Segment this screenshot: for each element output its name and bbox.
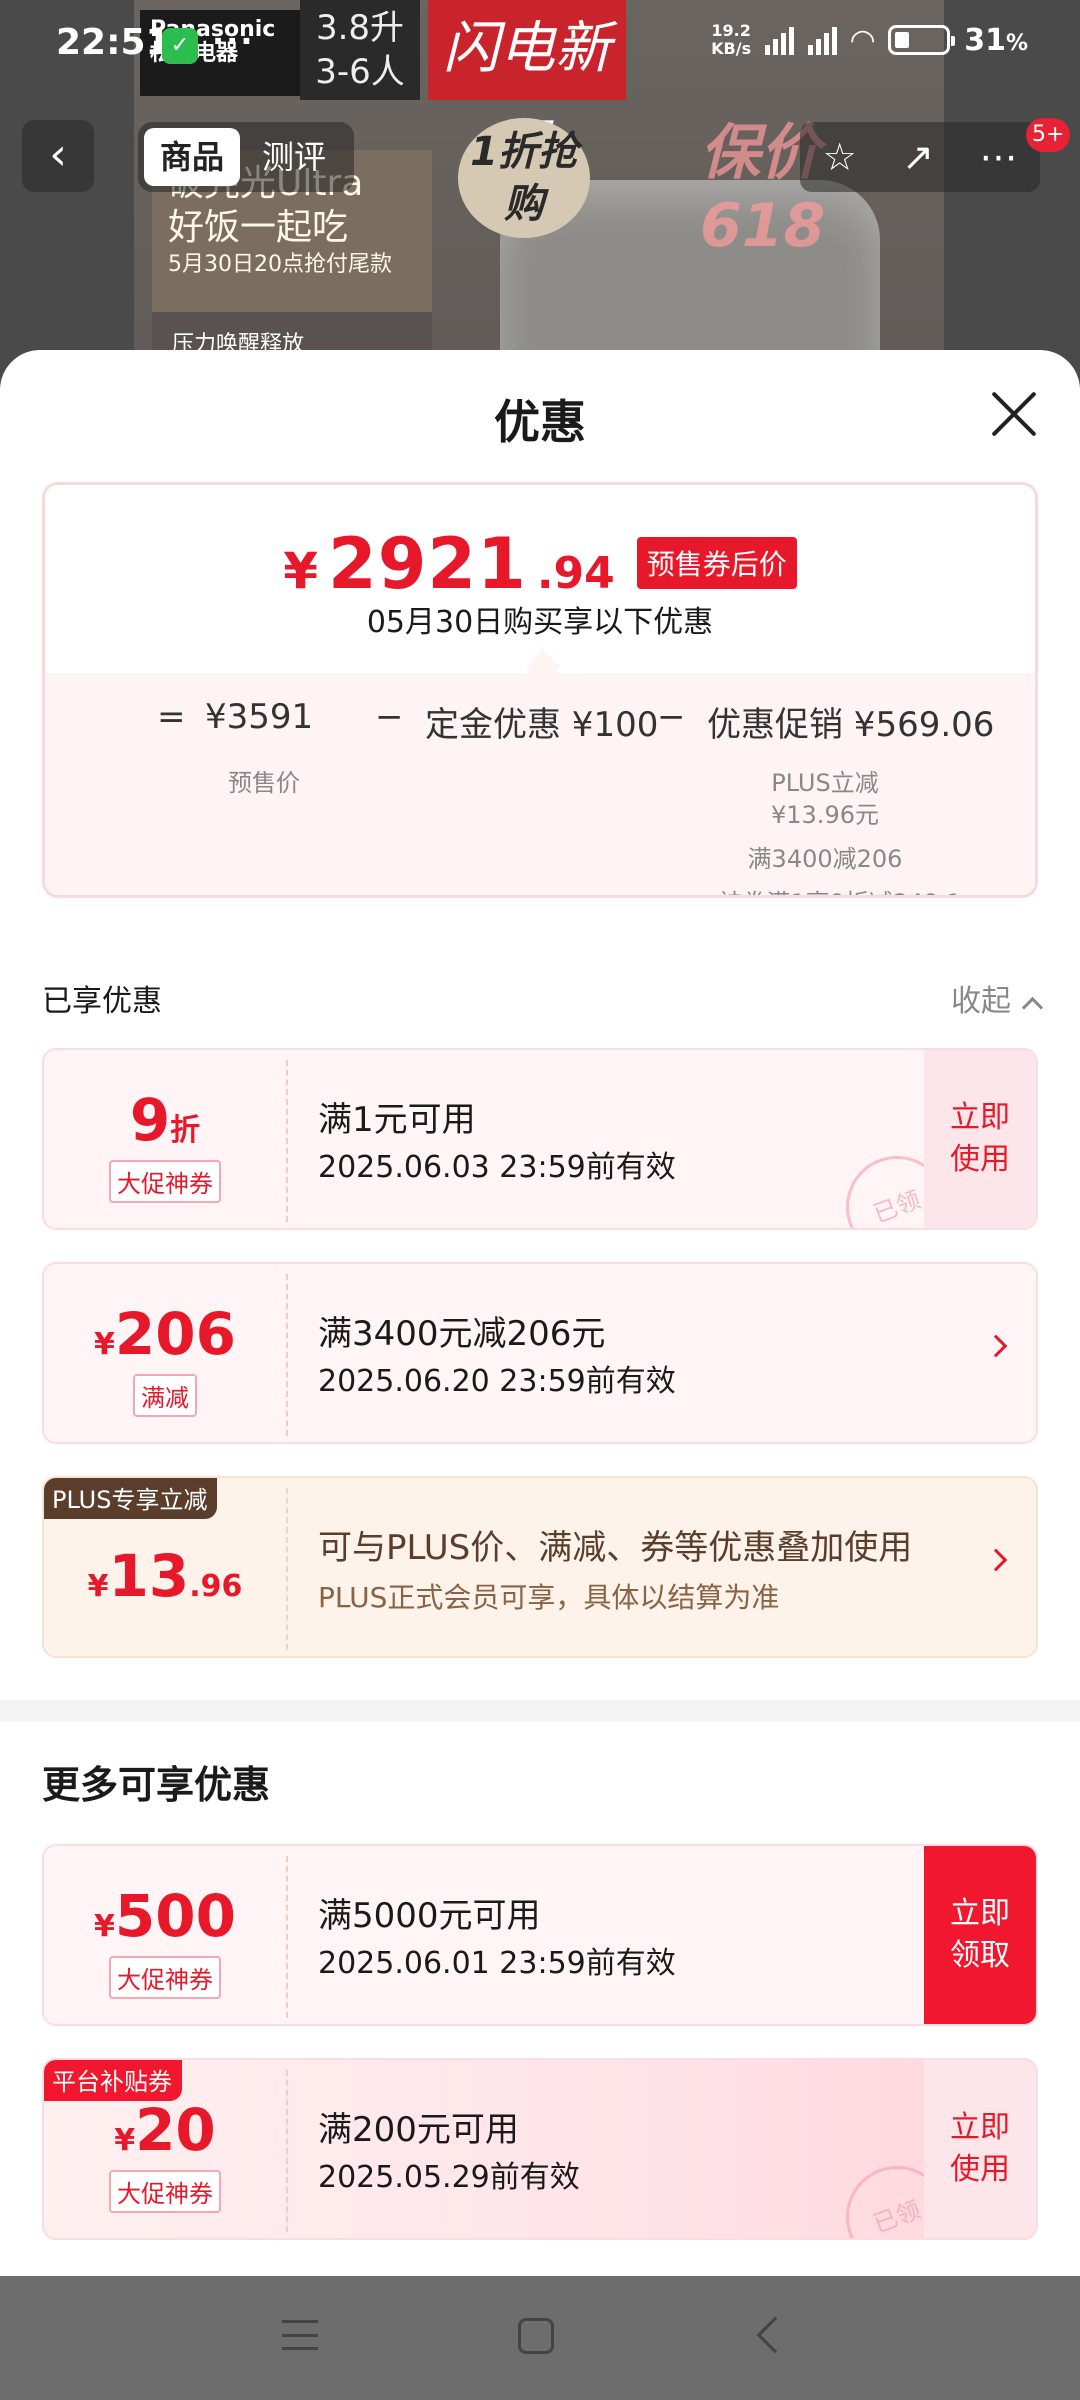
home-icon[interactable] xyxy=(518,2318,554,2354)
coupon-expiry: 2025.06.20 23:59前有效 xyxy=(318,1364,676,1399)
coupon-condition: 满5000元可用 xyxy=(318,1896,541,1936)
chevron-right-icon[interactable] xyxy=(984,1548,1008,1572)
more-section-title: 更多可享优惠 xyxy=(42,1763,271,1807)
network-speed: 19.2 KB/s xyxy=(711,21,752,58)
enjoyed-section-title: 已享优惠 xyxy=(42,984,162,1019)
presale-price: ¥3591 xyxy=(205,697,314,737)
coupon-card[interactable]: ¥500 大促神券 满5000元可用 2025.06.01 23:59前有效 立… xyxy=(42,1844,1038,2026)
discount-sheet: 优惠 ¥2921.94 预售券后价 05月30日购买享以下优惠 = ¥3591 … xyxy=(0,350,1080,2280)
tab-product[interactable]: 商品 xyxy=(144,128,241,186)
product-tabs: 商品 测评 xyxy=(138,122,354,192)
coupon-value: 9折 xyxy=(129,1086,201,1154)
plus-discount-card[interactable]: PLUS专享立减 ¥13.96 可与PLUS价、满减、券等优惠叠加使用 PLUS… xyxy=(42,1476,1038,1658)
coupon-type-badge: 大促神券 xyxy=(109,1160,221,1203)
price-breakdown: = ¥3591 − 定金优惠 ¥100 − 优惠促销 ¥569.06 预售价 P… xyxy=(45,673,1035,895)
tab-review[interactable]: 测评 xyxy=(246,128,342,186)
more-menu-icon[interactable]: ⋯ xyxy=(979,135,1017,179)
clock: 22:51 xyxy=(56,22,171,63)
final-price: ¥2921.94 预售券后价 xyxy=(45,523,1035,605)
section-divider xyxy=(0,1700,1080,1722)
use-now-button[interactable]: 立即使用 xyxy=(924,1050,1036,1228)
coupon-value: ¥20 xyxy=(114,2096,216,2164)
back-arrow-icon: ‹ xyxy=(49,129,67,180)
coupon-expiry: 2025.06.01 23:59前有效 xyxy=(318,1946,676,1981)
promo-detail: 神券满1享9折减349.1 xyxy=(675,883,1005,895)
sheet-title: 优惠 xyxy=(494,395,586,449)
battery-icon xyxy=(888,25,956,55)
presale-price-label: 预售价 xyxy=(228,769,300,797)
wechat-icon: ✓ xyxy=(162,28,198,64)
coupon-condition: 满3400元减206元 xyxy=(318,1314,606,1354)
signal-icon xyxy=(765,25,795,55)
plus-description: 可与PLUS价、满减、券等优惠叠加使用 xyxy=(318,1528,913,1568)
status-bar: 22:51 ✓ ··· 19.2 KB/s ◠ 31% xyxy=(0,0,1080,92)
chevron-right-icon[interactable] xyxy=(984,1334,1008,1358)
wifi-icon: ◠ xyxy=(851,22,875,58)
signal-icon-2 xyxy=(808,25,838,55)
price-tag-badge: 预售券后价 xyxy=(636,537,797,589)
more-notifications-icon: ··· xyxy=(212,22,255,60)
system-nav-bar xyxy=(0,2276,1080,2400)
purchase-date-note: 05月30日购买享以下优惠 xyxy=(366,605,714,640)
promo-detail: ¥13.96元 xyxy=(771,801,879,829)
back-button[interactable]: ‹ xyxy=(22,120,94,192)
status-icons: 19.2 KB/s ◠ 31% xyxy=(711,22,1028,58)
coupon-type-badge: 大促神券 xyxy=(109,2170,221,2213)
promo-detail: PLUS立减 xyxy=(771,769,879,797)
message-badge: 5+ xyxy=(1026,118,1071,152)
close-icon[interactable] xyxy=(988,388,1040,440)
promo-detail: 满3400减206 xyxy=(747,845,903,873)
coupon-condition: 满200元可用 xyxy=(318,2110,519,2150)
back-icon[interactable] xyxy=(756,2316,794,2354)
coupon-card[interactable]: ¥206 满减 满3400元减206元 2025.06.20 23:59前有效 xyxy=(42,1262,1038,1444)
coupon-type-badge: 满减 xyxy=(133,1374,197,1417)
coupon-card[interactable]: 平台补贴券 ¥20 大促神券 满200元可用 2025.05.29前有效 已领 … xyxy=(42,2058,1038,2240)
coupon-type-badge: 大促神券 xyxy=(109,1956,221,1999)
minus-sign: − xyxy=(657,697,686,737)
deposit-discount: 定金优惠 ¥100 xyxy=(425,705,659,745)
favorite-star-icon[interactable]: ☆ xyxy=(823,135,857,179)
nav-actions: ☆ ↗ ⋯ xyxy=(800,122,1040,192)
coupon-expiry: 2025.06.03 23:59前有效 xyxy=(318,1150,676,1185)
collapse-toggle[interactable]: 收起 xyxy=(951,976,1040,1020)
coupon-value: ¥206 xyxy=(94,1300,236,1368)
coupon-condition: 满1元可用 xyxy=(318,1100,476,1140)
equals-sign: = xyxy=(157,697,186,737)
coupon-card[interactable]: 9折 大促神券 满1元可用 2025.06.03 23:59前有效 已领 立即使… xyxy=(42,1048,1038,1230)
recents-menu-icon[interactable] xyxy=(282,2320,318,2350)
promo-discount: 优惠促销 ¥569.06 xyxy=(707,705,995,745)
battery-level: 31% xyxy=(964,22,1028,58)
price-summary-card: ¥2921.94 预售券后价 05月30日购买享以下优惠 = ¥3591 − 定… xyxy=(42,482,1038,898)
coupon-value: ¥500 xyxy=(94,1882,236,1950)
claim-now-button[interactable]: 立即领取 xyxy=(924,1846,1036,2024)
minus-sign: − xyxy=(375,697,404,737)
share-icon[interactable]: ↗ xyxy=(902,135,934,179)
use-now-button[interactable]: 立即使用 xyxy=(924,2060,1036,2238)
coupon-expiry: 2025.05.29前有效 xyxy=(318,2160,580,2195)
discount-tag: 1折抢购 xyxy=(458,118,590,238)
coupon-value: ¥13.96 xyxy=(87,1542,243,1610)
plus-note: PLUS正式会员可享，具体以结算为准 xyxy=(318,1581,780,1614)
